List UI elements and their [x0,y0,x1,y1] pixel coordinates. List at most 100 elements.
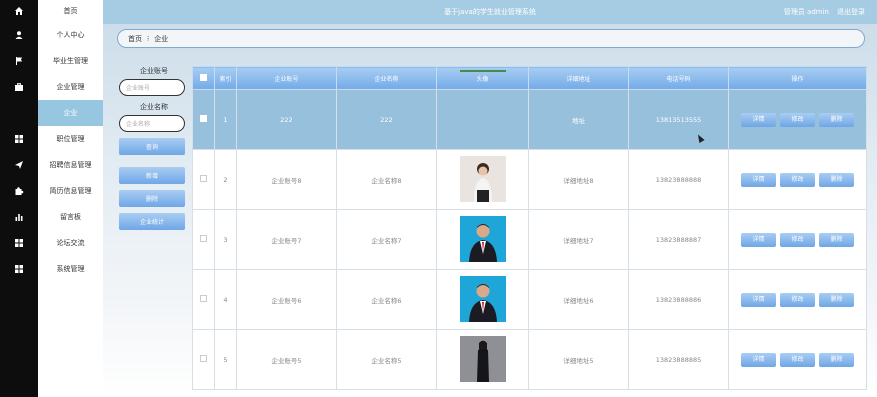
col-phone: 电话号码 [628,66,729,90]
home-icon[interactable] [0,0,38,22]
flag-icon[interactable] [0,48,38,74]
detail-button[interactable]: 详情 [741,172,776,187]
name-input[interactable]: 企业名称 [119,115,185,132]
delete-row-button[interactable]: 删除 [819,172,854,187]
breadcrumb-home[interactable]: 首页 [128,34,142,44]
delete-button[interactable]: 删除 [119,190,185,207]
cell-phone: 13813513555 [628,89,729,150]
select-all-checkbox[interactable] [192,66,215,90]
send-icon[interactable] [0,152,38,178]
row-checkbox[interactable] [192,269,215,330]
table-row[interactable]: 4 企业账号6 企业名称6 详细地址6 13823888886 详情 修改 删除 [192,269,867,330]
grid-icon[interactable] [0,126,38,152]
account-input[interactable]: 企业账号 [119,79,185,96]
edit-button[interactable]: 修改 [780,112,815,127]
company-table: 索引 企业账号 企业名称 头像 详细地址 电话号码 操作 1 222 222 地… [192,66,867,390]
avatar-photo [459,155,506,202]
delete-row-button[interactable]: 删除 [819,232,854,247]
briefcase-icon[interactable] [0,74,38,100]
cell-index: 1 [214,89,237,150]
cell-actions: 详情 修改 删除 [728,269,867,330]
sidebar-item-system[interactable]: 系统管理 [38,256,103,282]
cell-actions: 详情 修改 删除 [728,329,867,390]
table-row[interactable]: 2 企业账号8 企业名称8 详细地址8 13823888888 详情 修改 删除 [192,149,867,210]
table-row[interactable]: 5 企业账号5 企业名称5 详细地址5 13823888885 详情 修改 删除 [192,329,867,390]
cell-account: 222 [236,89,337,150]
edit-button[interactable]: 修改 [780,172,815,187]
cell-index: 3 [214,209,237,270]
table-row[interactable]: 3 企业账号7 企业名称7 详细地址7 13823888887 详情 修改 删除 [192,209,867,270]
delete-row-button[interactable]: 删除 [819,292,854,307]
sidebar-item-resumes[interactable]: 简历信息管理 [38,178,103,204]
row-checkbox[interactable] [192,89,215,150]
sidebar-nav: 首页 个人中心 毕业生管理 企业管理 企业 职位管理 招聘信息管理 简历信息管理… [38,0,103,397]
grid-icon[interactable] [0,256,38,282]
sidebar-item-company[interactable]: 企业 [38,100,103,126]
cell-index: 5 [214,329,237,390]
user-icon[interactable] [0,22,38,48]
blank-icon [0,100,38,126]
grid-icon[interactable] [0,230,38,256]
edit-button[interactable]: 修改 [780,352,815,367]
edit-button[interactable]: 修改 [780,292,815,307]
col-name: 企业名称 [336,66,437,90]
breadcrumb: 首页 ⁝ 企业 [117,29,865,48]
sidebar-item-positions[interactable]: 职位管理 [38,126,103,152]
cell-actions: 详情 修改 删除 [728,89,867,150]
edit-button[interactable]: 修改 [780,232,815,247]
cell-address: 详细地址5 [528,329,629,390]
cell-phone: 13823888888 [628,149,729,210]
breadcrumb-current: 企业 [154,34,169,43]
cell-address: 地址 [528,89,629,150]
name-label: 企业名称 [140,103,168,111]
cell-phone: 13823888886 [628,269,729,330]
table-header-row: 索引 企业账号 企业名称 头像 详细地址 电话号码 操作 [192,66,867,90]
avatar-photo [459,335,506,382]
stats-button[interactable]: 企业统计 [119,213,185,230]
cell-avatar [436,209,529,270]
table-row[interactable]: 1 222 222 地址 13813513555 详情 修改 删除 [192,69,867,150]
detail-button[interactable]: 详情 [741,352,776,367]
col-address: 详细地址 [528,66,629,90]
detail-button[interactable]: 详情 [741,292,776,307]
broken-avatar-image [459,69,506,72]
sidebar-item-home[interactable]: 首页 [38,0,103,22]
sidebar-item-recruitment[interactable]: 招聘信息管理 [38,152,103,178]
add-button[interactable]: 新增 [119,167,185,184]
detail-button[interactable]: 详情 [741,232,776,247]
app-title: 基于java的学生就业管理系统 [444,8,536,16]
delete-row-button[interactable]: 删除 [819,352,854,367]
icon-rail [0,0,38,397]
sidebar-item-forum[interactable]: 论坛交流 [38,230,103,256]
row-checkbox[interactable] [192,329,215,390]
sidebar-item-messages[interactable]: 留言板 [38,204,103,230]
account-label: 企业账号 [140,67,168,75]
cell-index: 2 [214,149,237,210]
bar-chart-icon[interactable] [0,204,38,230]
sidebar-item-company-mgmt[interactable]: 企业管理 [38,74,103,100]
sidebar-item-graduates[interactable]: 毕业生管理 [38,48,103,74]
cell-avatar [436,329,529,390]
cell-name: 企业名称7 [336,209,437,270]
detail-button[interactable]: 详情 [741,112,776,127]
query-button[interactable]: 查询 [119,138,185,155]
breadcrumb-separator: ⁝ [147,34,150,43]
col-actions: 操作 [728,66,867,90]
cell-index: 4 [214,269,237,330]
puzzle-icon[interactable] [0,178,38,204]
cell-account: 企业账号6 [236,269,337,330]
cell-avatar [436,69,529,150]
avatar-photo [459,275,506,322]
logout-link[interactable]: 退出登录 [837,7,865,17]
row-checkbox[interactable] [192,209,215,270]
cell-phone: 13823888885 [628,329,729,390]
delete-row-button[interactable]: 删除 [819,112,854,127]
cell-actions: 详情 修改 删除 [728,149,867,210]
sidebar-item-profile[interactable]: 个人中心 [38,22,103,48]
cell-account: 企业账号8 [236,149,337,210]
cell-phone: 13823888887 [628,209,729,270]
top-bar: 基于java的学生就业管理系统 管理员 admin 退出登录 [103,0,877,24]
row-checkbox[interactable] [192,149,215,210]
avatar-photo [459,215,506,262]
cell-account: 企业账号5 [236,329,337,390]
